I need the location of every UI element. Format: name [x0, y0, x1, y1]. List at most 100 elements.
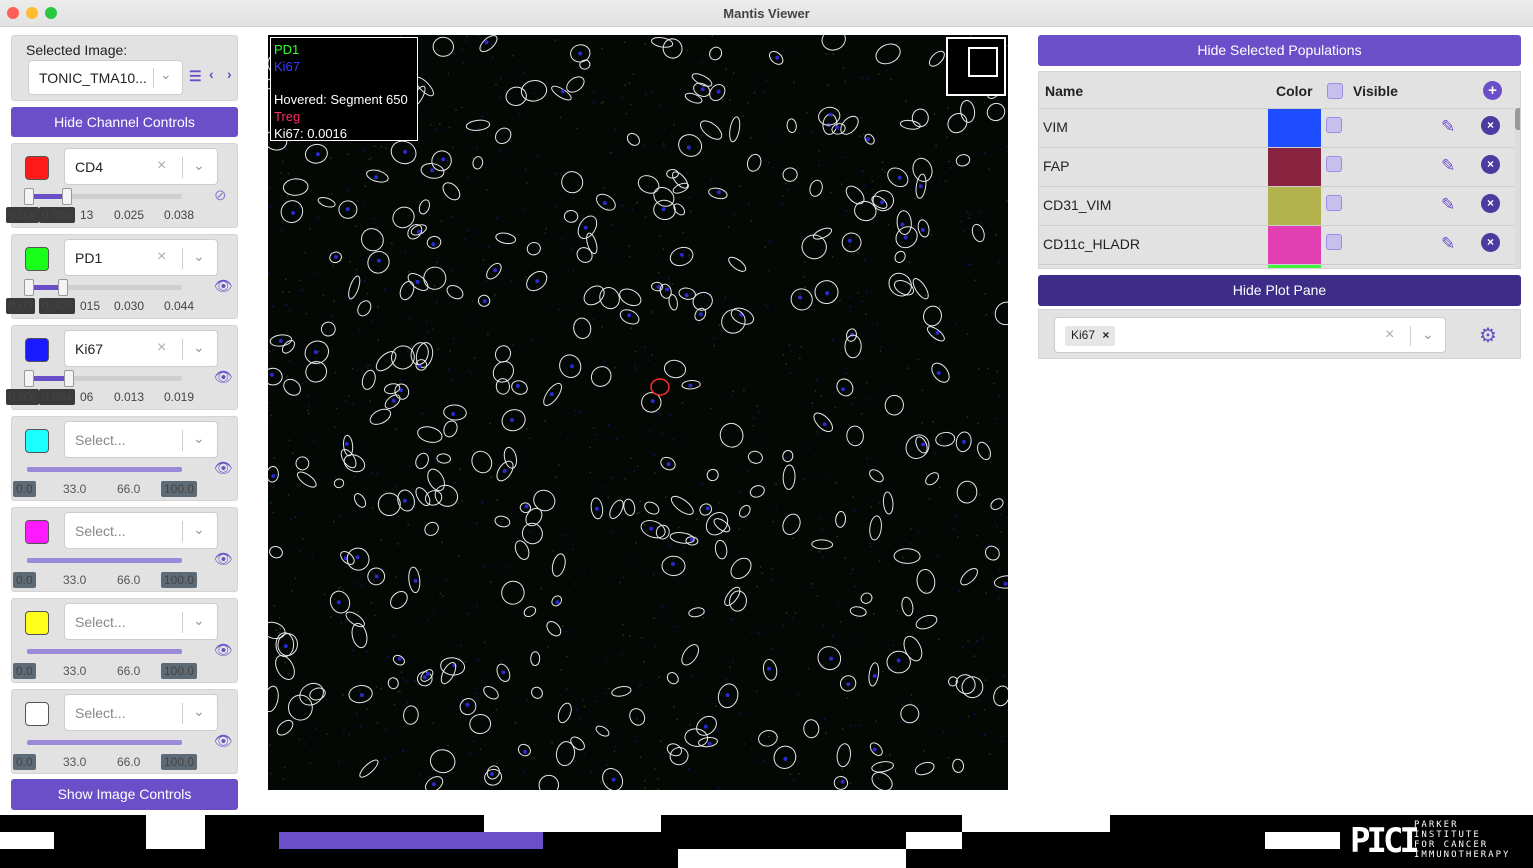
population-visible-checkbox[interactable] [1326, 156, 1342, 172]
minimap-viewport[interactable] [968, 47, 998, 77]
pencil-icon[interactable]: ✎ [1441, 117, 1455, 137]
clear-channel-icon[interactable]: × [157, 157, 166, 175]
channel-color-swatch[interactable] [25, 702, 49, 726]
slider-ticks: 0.0 33.0 66.0 100.0 [12, 662, 212, 679]
pencil-icon[interactable]: ✎ [1441, 195, 1455, 215]
slider-ticks: 0.0 33.0 66.0 100.0 [12, 753, 212, 770]
previous-image-button[interactable]: ‹ [209, 66, 214, 82]
populations-table: Name Color Visible + VIM ✎ × FAP ✎ × CD31_… [1038, 71, 1521, 269]
slider-max-label: 100.0 [161, 663, 198, 679]
eye-icon[interactable]: 👁 [214, 459, 233, 477]
delete-population-icon[interactable]: × [1481, 194, 1500, 213]
clear-channel-icon[interactable]: × [157, 248, 166, 266]
hide-selected-populations-button[interactable]: Hide Selected Populations [1038, 35, 1521, 66]
slider-tick-label: 0.019 [164, 390, 195, 404]
population-row[interactable]: FAP ✎ × [1039, 147, 1514, 186]
slider-max-handle[interactable] [57, 279, 68, 296]
population-name[interactable]: CD11c_HLADR [1043, 236, 1140, 252]
delete-population-icon[interactable]: × [1481, 116, 1500, 135]
population-color-swatch[interactable] [1268, 109, 1321, 147]
channel-marker-select[interactable]: Select... ⌄ [64, 603, 218, 640]
channel-color-swatch[interactable] [25, 338, 49, 362]
clear-channel-icon[interactable]: × [157, 339, 166, 357]
slider-tick-label: 66.0 [117, 755, 141, 769]
layers-icon[interactable]: ☰ [189, 68, 202, 85]
population-visible-checkbox[interactable] [1326, 234, 1342, 250]
hide-channel-controls-button[interactable]: Hide Channel Controls [11, 107, 238, 137]
eye-icon[interactable]: 👁 [214, 732, 233, 750]
pencil-icon[interactable]: ✎ [1441, 234, 1455, 254]
hovered-population-text: Treg [274, 109, 301, 124]
hide-plot-pane-button[interactable]: Hide Plot Pane [1038, 275, 1521, 306]
marker-chip: Ki67 × [1065, 326, 1116, 346]
channel-range-slider[interactable] [27, 467, 182, 472]
pencil-icon[interactable]: ✎ [1441, 156, 1455, 176]
channel-range-slider[interactable] [24, 279, 182, 296]
channel-marker-select[interactable]: Ki67 × ⌄ [64, 330, 218, 367]
channel-color-swatch[interactable] [25, 429, 49, 453]
clear-selection-icon[interactable]: × [1385, 326, 1394, 344]
population-visible-checkbox[interactable] [1326, 195, 1342, 211]
eye-icon[interactable]: 👁 [214, 550, 233, 568]
slider-min-handle[interactable] [24, 188, 34, 205]
channel-color-swatch[interactable] [25, 611, 49, 635]
selected-image-label: Selected Image: [26, 42, 128, 58]
population-visible-checkbox[interactable] [1326, 117, 1342, 133]
channel-marker-select[interactable]: Select... ⌄ [64, 512, 218, 549]
channel-color-swatch[interactable] [25, 520, 49, 544]
channel-range-slider[interactable] [27, 558, 182, 563]
population-row[interactable]: VIM ✎ × [1039, 108, 1514, 147]
slider-min-handle[interactable] [24, 370, 34, 387]
eye-icon[interactable]: 👁 [214, 277, 233, 295]
slider-ticks: 0.0 33.0 66.0 100.0 [12, 480, 212, 497]
slider-min-handle[interactable] [24, 279, 34, 296]
channel-marker-select[interactable]: Select... ⌄ [64, 694, 218, 731]
gear-icon[interactable]: ⚙ [1479, 323, 1497, 348]
remove-marker-icon[interactable]: × [1102, 328, 1109, 342]
population-row[interactable]: CD31_VIM ✎ × [1039, 186, 1514, 225]
image-viewer[interactable]: PD1 Ki67 Hovered: Segment 650 Treg Ki67:… [268, 35, 1008, 790]
channel-range-slider[interactable] [24, 370, 182, 387]
channel-marker-select[interactable]: PD1 × ⌄ [64, 239, 218, 276]
channel-range-slider[interactable] [27, 649, 182, 654]
channel-marker-select[interactable]: CD4 × ⌄ [64, 148, 218, 185]
slider-tick-label: 0.013 [114, 390, 145, 404]
channel-marker-select[interactable]: Select... ⌄ [64, 421, 218, 458]
population-color-swatch[interactable] [1268, 148, 1321, 186]
channel-color-swatch[interactable] [25, 156, 49, 180]
population-color-swatch[interactable] [1268, 226, 1321, 264]
chevron-down-icon: ⌄ [193, 703, 205, 719]
eye-icon[interactable]: 👁 [214, 641, 233, 659]
visible-column-header: Visible [1353, 83, 1398, 99]
minimap[interactable] [946, 37, 1006, 96]
population-color-swatch[interactable] [1268, 187, 1321, 225]
channel-color-swatch[interactable] [25, 247, 49, 271]
viewer-legend: PD1 Ki67 Hovered: Segment 650 Treg Ki67:… [270, 37, 418, 141]
slider-min-label: 0.00( [6, 389, 40, 405]
slider-tick-label: 0.030 [114, 299, 145, 313]
delete-population-icon[interactable]: × [1481, 233, 1500, 252]
add-population-icon[interactable]: + [1483, 81, 1502, 100]
show-image-controls-button[interactable]: Show Image Controls [11, 779, 238, 810]
chevron-down-icon: ⌄ [193, 157, 205, 173]
slider-max-handle[interactable] [62, 188, 73, 205]
image-select[interactable]: TONIC_TMA10... ⌄ [28, 60, 183, 95]
plot-marker-select[interactable]: Ki67 × × ⌄ [1054, 317, 1446, 353]
next-image-button[interactable]: › [227, 66, 232, 82]
population-row[interactable]: CD11c_HLADR ✎ × [1039, 225, 1514, 264]
slider-max-label: 0.008 [39, 207, 76, 223]
chevron-down-icon[interactable]: ⌄ [1422, 326, 1434, 343]
eye-off-icon[interactable]: ⊘ [214, 186, 227, 204]
population-name[interactable]: FAP [1043, 158, 1069, 174]
channel-range-slider[interactable] [24, 188, 182, 205]
select-all-checkbox[interactable] [1327, 83, 1343, 99]
slider-tick-label: 66.0 [117, 482, 141, 496]
channel-range-slider[interactable] [27, 740, 182, 745]
population-name[interactable]: CD31_VIM [1043, 197, 1111, 213]
eye-icon[interactable]: 👁 [214, 368, 233, 386]
slider-max-handle[interactable] [63, 370, 74, 387]
plot-controls: Ki67 × × ⌄ ⚙ [1038, 309, 1521, 359]
delete-population-icon[interactable]: × [1481, 155, 1500, 174]
population-name[interactable]: VIM [1043, 119, 1068, 135]
table-scrollbar[interactable] [1515, 108, 1520, 268]
